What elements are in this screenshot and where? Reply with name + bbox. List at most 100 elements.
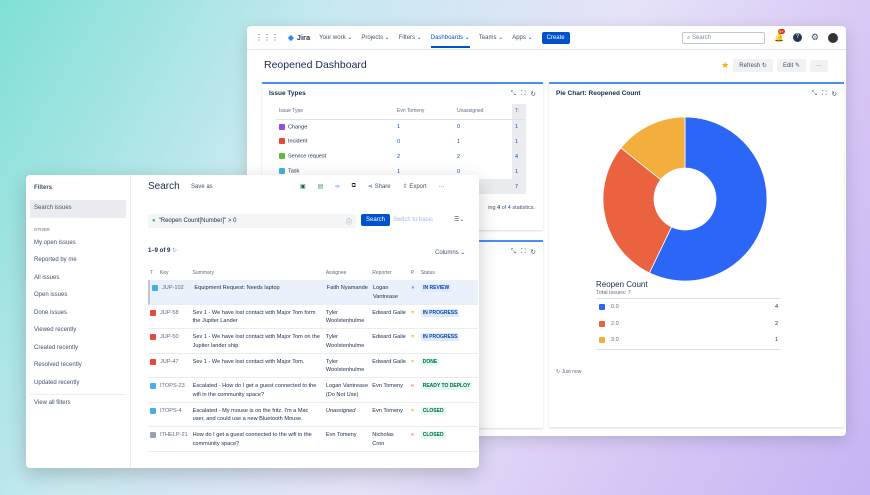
assignee: Unassigned — [325, 407, 356, 414]
excel-icon[interactable]: ▣ — [300, 183, 306, 190]
nav-your-work[interactable]: Your work ⌄ — [319, 34, 352, 41]
priority-icon: = — [410, 407, 415, 414]
filters-sidebar: Filters Search issues OTHER My open issu… — [26, 175, 131, 468]
table-row[interactable]: JUP-47 Sev 1 - We have lost contact with… — [148, 354, 478, 378]
issue-summary[interactable]: Escalated - How do I get a guest connect… — [191, 382, 324, 402]
status-badge: IN PROGRESS — [420, 308, 460, 317]
sidebar-filter-item[interactable]: Open issues — [26, 287, 130, 305]
sidebar-item-search-issues[interactable]: Search issues — [30, 200, 126, 218]
nav-filters[interactable]: Filters ⌄ — [399, 34, 422, 41]
search-button[interactable]: Search — [361, 214, 391, 226]
issue-key[interactable]: ITOPS-4 — [158, 407, 191, 427]
table-row[interactable]: JUP-50 Sev 1 - We have lost contact with… — [148, 329, 478, 354]
issue-summary[interactable]: Sev 1 - We have lost contact with Major … — [191, 309, 324, 329]
minimize-icon[interactable]: ⤡ — [511, 248, 516, 256]
issue-key[interactable]: JUP-102 — [160, 284, 192, 304]
column-header[interactable]: Reporter — [370, 270, 409, 279]
table-row[interactable]: ITOPS-4 Escalated - My mouse is on the f… — [148, 403, 478, 427]
issue-key[interactable]: ITHELP-21 — [158, 431, 191, 451]
sidebar-filter-item[interactable]: Done issues — [26, 305, 130, 323]
export-button[interactable]: ⇧ Export — [403, 183, 427, 190]
legend-item[interactable]: 2.0 2 — [596, 316, 781, 333]
switch-to-basic-link[interactable]: Switch to basic — [393, 217, 433, 223]
issue-key[interactable]: JUP-50 — [158, 333, 191, 353]
issue-key[interactable]: JUP-58 — [158, 309, 191, 329]
nav-projects[interactable]: Projects ⌄ — [361, 34, 389, 41]
table-row[interactable]: JUP-58 Sev 1 - We have lost contact with… — [148, 305, 478, 329]
star-icon[interactable]: ★ — [721, 60, 729, 71]
expand-icon[interactable]: ⛶ — [521, 90, 526, 98]
sidebar-filter-item[interactable]: All issues — [26, 270, 130, 288]
issue-summary[interactable]: Sev 1 - We have lost contact with Major … — [191, 358, 324, 378]
help-icon[interactable]: ⓘ — [346, 217, 352, 226]
status-badge: IN PROGRESS — [420, 333, 460, 341]
issue-key[interactable]: ITOPS-23 — [158, 382, 191, 402]
column-header[interactable]: Status — [419, 270, 478, 279]
sidebar-filter-item[interactable]: My open issues — [26, 235, 130, 253]
search-panel: Filters Search issues OTHER My open issu… — [26, 175, 479, 468]
notifications-icon[interactable]: 🔔 9+ — [774, 29, 785, 42]
search-title: Search — [148, 181, 180, 192]
table-row[interactable]: ITOPS-23 Escalated - How do I get a gues… — [148, 378, 478, 403]
nav-teams[interactable]: Teams ⌄ — [479, 34, 503, 41]
issue-key[interactable]: JUP-47 — [158, 358, 191, 378]
sidebar-filter-item[interactable]: Viewed recently — [26, 322, 130, 340]
refresh-icon[interactable]: ↻ — [531, 90, 536, 98]
connect-icon[interactable]: ∞ — [335, 184, 339, 190]
table-row[interactable]: ITHELP-21 How do I get a guest connected… — [148, 427, 478, 452]
gadget-title: Issue Types — [269, 90, 306, 97]
issue-summary[interactable]: Equipment Request: Needs laptop — [192, 284, 324, 304]
issue-summary[interactable]: How do I get a guest connected to the wi… — [191, 431, 324, 451]
column-header[interactable]: T — [148, 270, 158, 279]
edit-button[interactable]: Edit ✎ — [776, 59, 806, 72]
sidebar-filter-item[interactable]: Reported by me — [26, 252, 130, 270]
jira-logo-icon: ◆ — [288, 33, 294, 42]
columns-button[interactable]: Columns ⌄ — [435, 249, 465, 256]
refresh-icon[interactable]: ↻ — [531, 248, 536, 256]
legend-item[interactable]: 0.0 4 — [596, 299, 781, 316]
jira-logo[interactable]: ◆ Jira — [288, 33, 310, 42]
minimize-icon[interactable]: ⤡ — [511, 90, 516, 98]
more-actions-button[interactable]: ··· — [439, 184, 445, 190]
results-table: JUP-102 Equipment Request: Needs laptop … — [148, 280, 478, 452]
table-row: Change 1 0 1 — [276, 119, 526, 134]
settings-icon[interactable]: ⚙ — [811, 32, 819, 43]
help-icon[interactable]: ? — [792, 33, 802, 42]
copy-icon[interactable]: ⧉ — [352, 183, 356, 190]
column-header[interactable]: P — [409, 270, 419, 279]
task-icon — [279, 168, 285, 175]
create-button[interactable]: Create — [541, 31, 570, 44]
jql-input[interactable]: ● "Reopen Count[Number]" > 0 ⓘ — [148, 214, 356, 228]
issue-type-icon — [152, 285, 158, 291]
column-header[interactable]: Key — [158, 270, 191, 279]
more-button[interactable]: ··· — [810, 59, 828, 72]
sidebar-filter-item[interactable]: Created recently — [26, 340, 130, 358]
sheets-icon[interactable]: ▤ — [318, 183, 324, 190]
search-input[interactable]: ⌕ Search — [681, 31, 765, 44]
view-toggle-icon[interactable]: ☰⌄ — [454, 216, 464, 223]
assignee: Faith Nyamande — [326, 285, 368, 291]
nav-dashboards[interactable]: Dashboards ⌄ — [430, 27, 470, 48]
column-header[interactable]: Summary — [191, 270, 324, 279]
app-switcher-icon[interactable]: ⋮⋮⋮ — [255, 33, 279, 42]
table-row[interactable]: JUP-102 Equipment Request: Needs laptop … — [148, 280, 478, 305]
sidebar-filter-item[interactable]: Updated recently — [26, 375, 130, 393]
search-main: Search Save as ▣ ▤ ∞ ⧉ ⋖ Share ⇧ Export … — [132, 175, 479, 468]
issue-summary[interactable]: Sev 1 - We have lost contact with Major … — [191, 333, 324, 353]
issue-summary[interactable]: Escalated - My mouse is on the fritz. I'… — [191, 407, 324, 427]
sidebar-filter-item[interactable]: Resolved recently — [26, 357, 130, 375]
status-badge: IN REVIEW — [421, 284, 452, 292]
assignee: Tyler Woolstenhulme — [325, 358, 365, 374]
expand-icon[interactable]: ⛶ — [521, 248, 526, 256]
reporter: Edward Gaile — [372, 334, 406, 340]
share-button[interactable]: ⋖ Share — [368, 183, 391, 190]
legend-item[interactable]: 3.0 1 — [596, 332, 781, 349]
issue-type-icon — [150, 407, 156, 414]
save-as-button[interactable]: Save as — [191, 184, 213, 190]
issue-type-icon — [150, 432, 156, 438]
refresh-button[interactable]: Refresh ↻ — [733, 59, 773, 72]
avatar[interactable] — [828, 32, 838, 43]
view-all-filters-link[interactable]: View all filters — [26, 395, 130, 413]
nav-apps[interactable]: Apps ⌄ — [512, 34, 532, 41]
column-header[interactable]: Assignee — [324, 270, 370, 279]
